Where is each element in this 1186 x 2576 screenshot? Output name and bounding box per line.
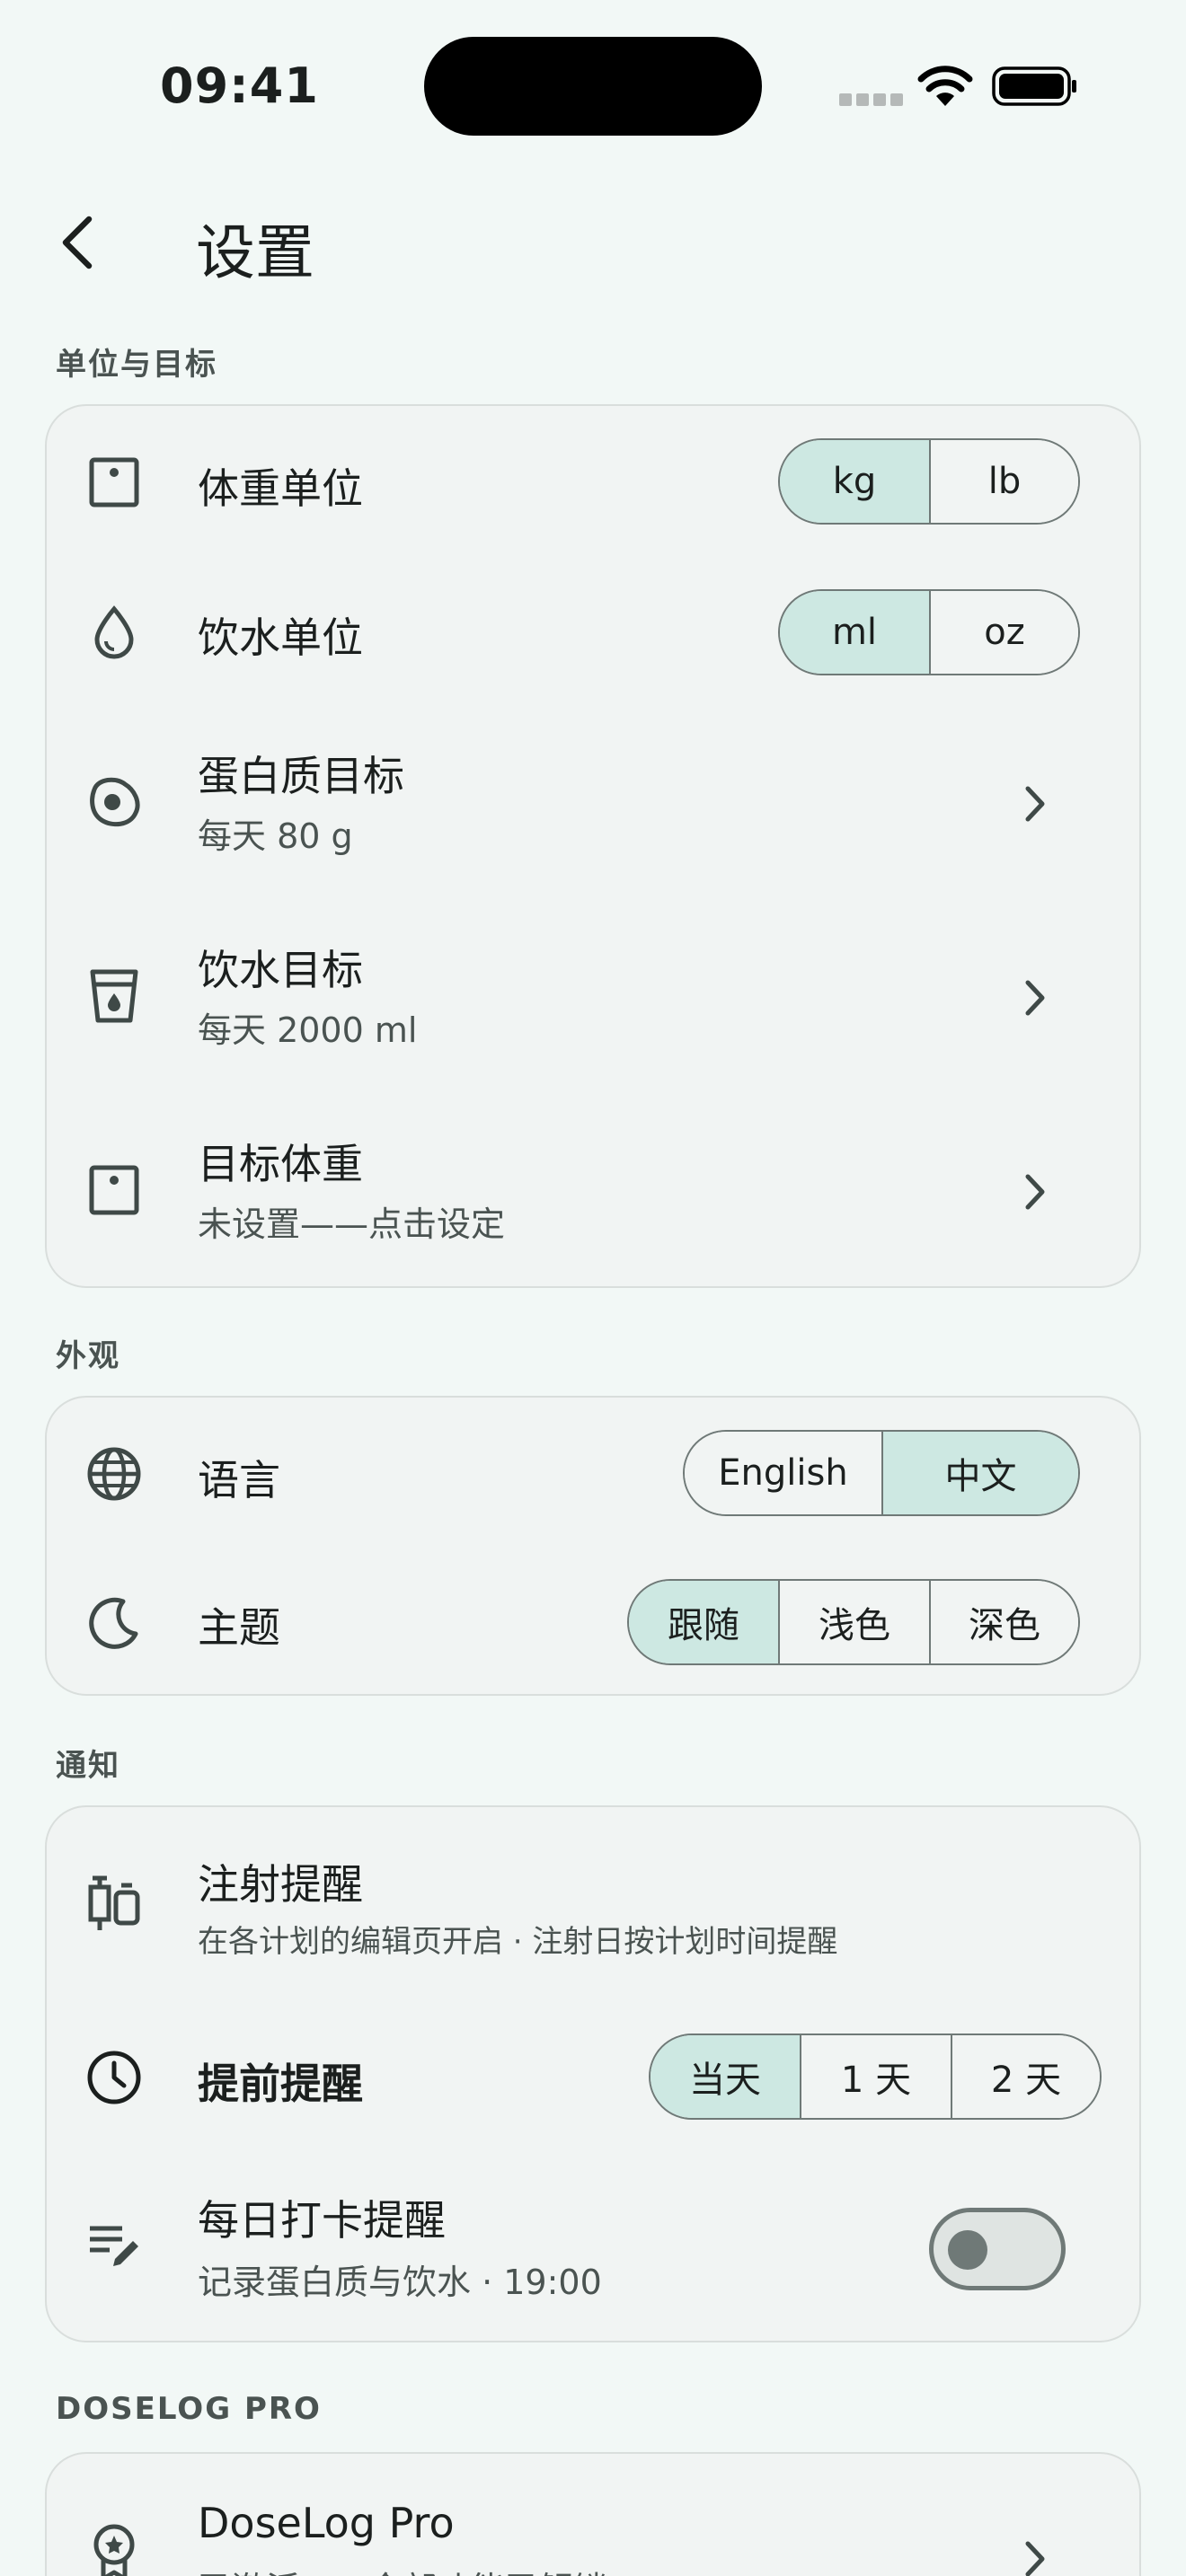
- weight-unit-label: 体重单位: [198, 464, 363, 513]
- language-segmented: English 中文: [683, 1430, 1080, 1516]
- advance-reminder-segmented: 当天 1 天 2 天: [649, 2033, 1102, 2120]
- theme-light[interactable]: 浅色: [778, 1581, 929, 1663]
- advance-same-day[interactable]: 当天: [651, 2035, 800, 2118]
- section-label-appearance: 外观: [56, 1338, 120, 1374]
- pro-card[interactable]: DoseLog Pro 已激活——全部功能已解锁: [45, 2452, 1141, 2576]
- water-drop-icon: [84, 604, 144, 663]
- protein-goal-value: 每天 80 g: [198, 816, 353, 856]
- water-unit-ml[interactable]: ml: [780, 591, 929, 674]
- protein-goal-row[interactable]: 蛋白质目标 每天 80 g: [47, 706, 1143, 900]
- globe-icon: [84, 1444, 144, 1504]
- advance-reminder-label: 提前提醒: [198, 2060, 363, 2108]
- daily-checkin-value: 记录蛋白质与饮水 · 19:00: [198, 2263, 602, 2302]
- advance-1-day[interactable]: 1 天: [800, 2035, 951, 2118]
- injection-reminder-row: 注射提醒 在各计划的编辑页开启 · 注射日按计划时间提醒: [47, 1807, 1143, 2001]
- scale-icon: [84, 1160, 144, 1220]
- chevron-right-icon: [1025, 2541, 1045, 2576]
- weight-unit-row: 体重单位 kg lb: [47, 406, 1143, 559]
- injection-reminder-hint: 在各计划的编辑页开启 · 注射日按计划时间提醒: [198, 1924, 838, 1960]
- edit-note-icon: [84, 2217, 144, 2276]
- water-unit-oz[interactable]: oz: [929, 591, 1078, 674]
- status-time: 09:41: [160, 57, 319, 114]
- weight-unit-lb[interactable]: lb: [929, 440, 1078, 523]
- weight-unit-segmented: kg lb: [778, 438, 1080, 525]
- protein-goal-label: 蛋白质目标: [198, 752, 404, 800]
- target-weight-label: 目标体重: [198, 1140, 363, 1188]
- language-label: 语言: [198, 1456, 280, 1504]
- theme-dark[interactable]: 深色: [929, 1581, 1078, 1663]
- clock-icon: [84, 2048, 144, 2107]
- moon-icon: [84, 1593, 144, 1653]
- daily-checkin-toggle[interactable]: [929, 2208, 1066, 2290]
- battery-icon: [992, 66, 1076, 106]
- water-unit-segmented: ml oz: [778, 589, 1080, 675]
- theme-row: 主题 跟随 浅色 深色: [47, 1548, 1143, 1698]
- status-bar: 09:41: [0, 0, 1186, 171]
- pro-status: 已激活——全部功能已解锁: [198, 2562, 607, 2576]
- dynamic-island: [424, 37, 762, 136]
- chevron-right-icon: [1025, 980, 1045, 1016]
- back-button[interactable]: [45, 207, 108, 278]
- scale-icon: [84, 453, 144, 512]
- water-goal-label: 饮水目标: [198, 946, 363, 994]
- chevron-right-icon: [1025, 786, 1045, 822]
- pro-title: DoseLog Pro: [198, 2499, 455, 2547]
- language-english[interactable]: English: [685, 1432, 881, 1514]
- language-chinese[interactable]: 中文: [881, 1432, 1078, 1514]
- water-goal-row[interactable]: 饮水目标 每天 2000 ml: [47, 900, 1143, 1094]
- section-label-pro: DOSELOG PRO: [56, 2391, 322, 2427]
- advance-2-days[interactable]: 2 天: [951, 2035, 1100, 2118]
- target-weight-value: 未设置——点击设定: [198, 1204, 506, 1244]
- appearance-card: 语言 English 中文 主题 跟随 浅色 深色: [45, 1396, 1141, 1696]
- pro-row[interactable]: DoseLog Pro 已激活——全部功能已解锁: [47, 2454, 1143, 2576]
- weight-unit-kg[interactable]: kg: [780, 440, 929, 523]
- wifi-icon: [917, 66, 973, 106]
- cellular-signal-icon: [839, 93, 903, 106]
- page-title: 设置: [196, 218, 314, 287]
- toggle-knob: [948, 2230, 987, 2270]
- injection-reminder-label: 注射提醒: [198, 1860, 363, 1909]
- egg-icon: [84, 772, 144, 832]
- target-weight-row[interactable]: 目标体重 未设置——点击设定: [47, 1094, 1143, 1288]
- theme-segmented: 跟随 浅色 深色: [627, 1579, 1080, 1665]
- chevron-left-icon: [62, 216, 93, 269]
- daily-checkin-label: 每日打卡提醒: [198, 2196, 446, 2245]
- water-unit-label: 饮水单位: [198, 613, 363, 662]
- section-label-notifications: 通知: [56, 1748, 120, 1784]
- units-card: 体重单位 kg lb 饮水单位 ml oz 蛋白质目标 每天 80 g 饮水目标…: [45, 404, 1141, 1288]
- chevron-right-icon: [1025, 1174, 1045, 1210]
- badge-icon: [84, 2522, 144, 2576]
- notifications-card: 注射提醒 在各计划的编辑页开启 · 注射日按计划时间提醒 提前提醒 当天 1 天…: [45, 1805, 1141, 2342]
- theme-label: 主题: [198, 1603, 280, 1652]
- section-label-units: 单位与目标: [56, 347, 217, 383]
- cup-icon: [84, 966, 144, 1026]
- theme-follow[interactable]: 跟随: [629, 1581, 778, 1663]
- advance-reminder-row: 提前提醒 当天 1 天 2 天: [47, 2001, 1143, 2152]
- water-unit-row: 饮水单位 ml oz: [47, 559, 1143, 706]
- language-row: 语言 English 中文: [47, 1398, 1143, 1548]
- syringe-icon: [84, 1874, 144, 1933]
- water-goal-value: 每天 2000 ml: [198, 1010, 418, 1050]
- daily-checkin-row: 每日打卡提醒 记录蛋白质与饮水 · 19:00: [47, 2152, 1143, 2342]
